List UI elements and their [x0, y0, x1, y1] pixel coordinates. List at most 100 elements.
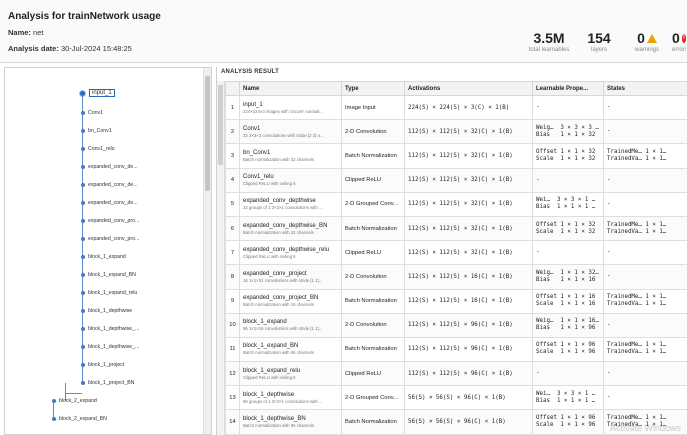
states: -: [607, 394, 611, 401]
layer-description: Batch normalization with 32 channels: [243, 156, 314, 162]
graph-node[interactable]: expanded_conv_pro...: [81, 218, 139, 224]
column-header[interactable]: Name: [239, 81, 342, 96]
graph-node[interactable]: block_1_expand: [81, 254, 126, 260]
layer-name-cell: block_1_expand 96 1×1×16 convolutions wit…: [239, 312, 342, 338]
layer-description: 96 1×1×16 convolutions with stride [1 1]…: [243, 326, 323, 332]
table-row[interactable]: 8 expanded_conv_project 16 1×1×32 convolut…: [225, 264, 687, 290]
learnables-cell: Weig… 3 × 3 × 3 … Bias 1 × 1 × 32: [532, 119, 604, 145]
table-row[interactable]: 12 block_1_expand_relu Clipped ReLU with c…: [225, 361, 687, 387]
node-dot-icon: [52, 417, 56, 421]
layer-name-cell: expanded_conv_project_BN Batch normalizat…: [239, 288, 342, 314]
stat-warnings[interactable]: 0 warnings: [630, 30, 664, 53]
states: -: [607, 128, 611, 135]
table-row[interactable]: 7 expanded_conv_depthwise_relu Clipped ReL…: [225, 240, 687, 266]
stat-learnables: 3.5M total learnables: [524, 30, 574, 53]
layer-name-cell: input_1 224×224×3 images with 'zscore' no…: [239, 94, 342, 121]
network-name: Name: net: [8, 28, 43, 37]
graph-node[interactable]: block_1_expand_relu: [81, 290, 137, 296]
learnables: Wei… 3 × 3 × 1 … Bias 1 × 1 × 1 …: [536, 197, 596, 211]
graph-node[interactable]: block_1_depthwise: [81, 308, 132, 314]
graph-node[interactable]: expanded_conv_de...: [81, 164, 138, 170]
graph-node[interactable]: block_2_expand_BN: [52, 416, 107, 422]
table-row[interactable]: 11 block_1_expand_BN Batch normalization w…: [225, 336, 687, 363]
row-index: 5: [225, 191, 240, 217]
graph-node[interactable]: Conv1: [81, 110, 103, 116]
result-scrollbar-left[interactable]: [217, 81, 225, 435]
table-row[interactable]: 2 Conv1 32 3×3×3 convolutions with stride …: [225, 119, 687, 145]
table-row[interactable]: 9 expanded_conv_project_BN Batch normaliza…: [225, 288, 687, 314]
column-header[interactable]: States: [603, 81, 687, 96]
layer-name: input_1: [243, 101, 263, 108]
column-header[interactable]: Type: [341, 81, 405, 96]
layer-name-cell: expanded_conv_project 16 1×1×32 convoluti…: [239, 264, 342, 290]
column-header[interactable]: Activations: [404, 81, 533, 96]
activations: 112(S) × 112(S) × 32(C) × 1(B): [404, 215, 533, 242]
table-row[interactable]: 3 bn_Conv1 Batch normalization with 32 cha…: [225, 143, 687, 169]
node-label: expanded_conv_de...: [88, 200, 138, 206]
states-cell: -: [603, 361, 687, 387]
warnings-count: 0: [637, 30, 645, 46]
layer-name: block_1_expand_BN: [243, 343, 299, 350]
layer-type: Batch Normalization: [341, 409, 405, 435]
layer-description: 16 1×1×32 convolutions with stride [1 1]…: [243, 277, 323, 283]
table-row[interactable]: 10 block_1_expand 96 1×1×16 convolutions w…: [225, 312, 687, 338]
learnables-label: total learnables: [528, 47, 570, 53]
result-scroll-thumb[interactable]: [218, 85, 223, 165]
layer-description: Batch normalization with 96 channels: [243, 350, 314, 356]
graph-node[interactable]: block_2_expand: [52, 398, 97, 404]
graph-node[interactable]: expanded_conv_de...: [81, 200, 138, 206]
layer-type: Batch Normalization: [341, 143, 405, 169]
layer-description: 96 groups of 1 3×3×1 convolutions with .…: [243, 398, 323, 404]
states-cell: -: [603, 167, 687, 193]
table-row[interactable]: 5 expanded_conv_depthwise 32 groups of 1 3…: [225, 191, 687, 217]
states-cell: -: [603, 264, 687, 290]
graph-node[interactable]: block_1_project_BN: [81, 380, 134, 386]
layer-name: expanded_conv_depthwise: [243, 198, 316, 205]
graph-node[interactable]: block_1_project: [81, 362, 124, 368]
layer-type: Clipped ReLU: [341, 361, 405, 387]
states-cell: -: [603, 385, 687, 411]
learnables: Offset 1 × 1 × 96 Scale 1 × 1 × 96: [536, 415, 596, 429]
stat-layers: 154 layers: [584, 30, 614, 53]
graph-node[interactable]: block_1_expand_BN: [81, 272, 136, 278]
graph-scroll-thumb[interactable]: [205, 76, 210, 191]
layer-type: 2-D Grouped Conv...: [341, 191, 405, 217]
node-label: block_1_project_BN: [88, 380, 135, 386]
table-row[interactable]: 4 Conv1_relu Clipped ReLU with ceiling 6 Cl…: [225, 167, 687, 193]
errors-label: errors: [672, 47, 686, 53]
stat-errors[interactable]: 0! errors: [672, 30, 686, 53]
layer-name: block_1_expand_relu: [243, 367, 301, 374]
table-row[interactable]: 13 block_1_depthwise 96 groups of 1 3×3×1 …: [225, 385, 687, 411]
layers-label: layers: [590, 47, 607, 53]
layer-description: Clipped ReLU with ceiling 6: [243, 181, 296, 187]
layer-type: Batch Normalization: [341, 215, 405, 242]
activations: 56(S) × 56(S) × 96(C) × 1(B): [404, 409, 533, 435]
column-header[interactable]: [225, 81, 240, 96]
layer-name-cell: block_1_depthwise_BN Batch normalization …: [239, 409, 342, 435]
table-row[interactable]: 6 expanded_conv_depthwise_BN Batch normali…: [225, 215, 687, 242]
graph-node[interactable]: block_1_depthwise_...: [81, 326, 139, 332]
column-header[interactable]: Learnable Prope...: [532, 81, 604, 96]
layers-count: 154: [587, 30, 611, 46]
graph-node[interactable]: block_1_depthwise_...: [81, 344, 139, 350]
graph-node[interactable]: input_1: [79, 89, 115, 97]
node-label: Conv1_relu: [88, 146, 115, 152]
date-value: 30-Jul-2024 15:48:25: [60, 44, 132, 53]
graph-node[interactable]: expanded_conv_de...: [81, 182, 138, 188]
node-label: block_1_expand: [88, 254, 126, 260]
row-index: 11: [225, 336, 240, 363]
graph-node[interactable]: expanded_conv_pro...: [81, 236, 139, 242]
layer-name: Conv1: [243, 125, 261, 132]
node-label: input_1: [89, 89, 115, 97]
learnables: -: [536, 249, 540, 256]
activations: 224(S) × 224(S) × 3(C) × 1(B): [404, 94, 533, 121]
graph-node[interactable]: bn_Conv1: [81, 128, 112, 134]
node-label: block_2_expand_BN: [59, 416, 107, 422]
graph-node[interactable]: Conv1_relu: [81, 146, 115, 152]
table-row[interactable]: 1 input_1 224×224×3 images with 'zscore' n…: [225, 94, 687, 121]
learnables: Weig… 1 × 1 × 16… Bias 1 × 1 × 96: [536, 318, 599, 332]
layer-name-cell: expanded_conv_depthwise_relu Clipped ReLU…: [239, 240, 342, 266]
network-graph-panel[interactable]: input_1 Conv1 bn_Conv1 Conv1_relu expanded_c…: [4, 67, 212, 435]
states-cell: -: [603, 94, 687, 121]
graph-scrollbar[interactable]: [203, 68, 211, 434]
